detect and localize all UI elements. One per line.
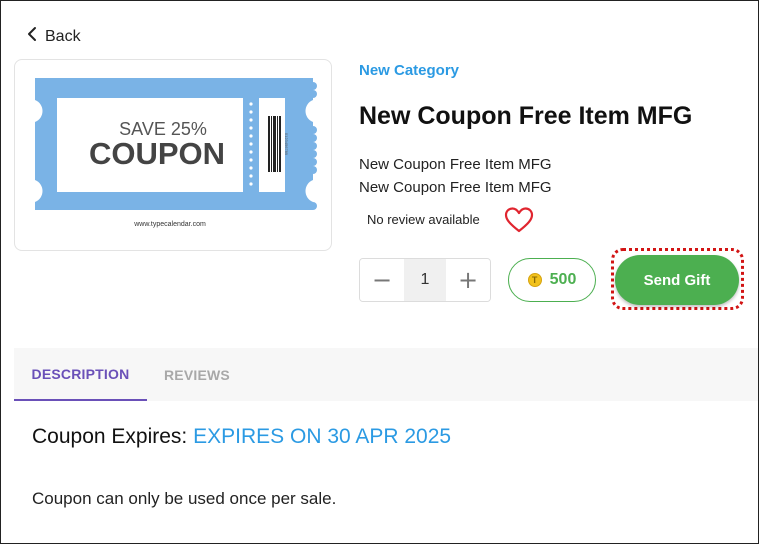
back-label: Back <box>45 27 81 45</box>
decrement-button[interactable]: − <box>360 259 404 301</box>
coupon-barcode-text: 0123456789 <box>284 133 289 156</box>
points-value: 500 <box>549 271 577 288</box>
tabs-bar: DESCRIPTION REVIEWS <box>14 348 758 401</box>
expiry-value: EXPIRES ON 30 APR 2025 <box>193 425 452 448</box>
tab-reviews[interactable]: REVIEWS <box>164 348 230 401</box>
description-line: New Coupon Free Item MFG <box>359 179 552 196</box>
quantity-stepper: − 1 + <box>359 258 491 302</box>
send-gift-button[interactable]: Send Gift <box>615 255 739 305</box>
coupon-main-text: COUPON <box>89 136 225 171</box>
chevron-left-icon <box>27 26 37 47</box>
coupon-site-text: www.typecalendar.com <box>133 221 206 228</box>
expiry-label: Coupon Expires: <box>32 425 188 448</box>
product-image: SAVE 25% COUPON www.typecalendar.com 012… <box>14 59 332 251</box>
product-page: Back SAVE 25% COUPON www.typecalendar.co… <box>0 0 759 544</box>
coupon-note: Coupon can only be used once per sale. <box>32 489 337 508</box>
back-link[interactable]: Back <box>27 26 81 47</box>
description-line: New Coupon Free Item MFG <box>359 156 552 173</box>
tab-description[interactable]: DESCRIPTION <box>14 348 147 401</box>
coupon-expiry: Coupon Expires: EXPIRES ON 30 APR 2025 <box>32 425 451 449</box>
increment-button[interactable]: + <box>446 259 490 301</box>
category-link[interactable]: New Category <box>359 62 459 79</box>
coin-symbol: T <box>531 274 538 285</box>
review-status: No review available <box>367 212 480 227</box>
points-price-button[interactable]: T 500 <box>508 258 596 302</box>
quantity-value[interactable]: 1 <box>404 259 446 301</box>
coin-icon: T <box>527 273 542 287</box>
heart-outline-icon[interactable] <box>504 206 534 234</box>
product-title: New Coupon Free Item MFG <box>359 102 693 130</box>
